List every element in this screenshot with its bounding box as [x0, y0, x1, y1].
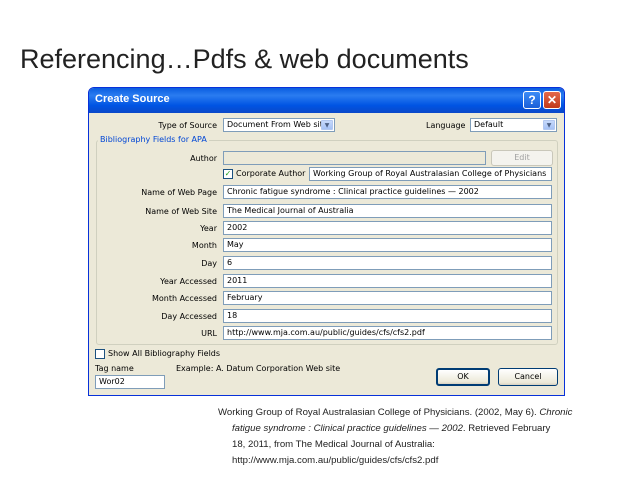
url-field[interactable]: http://www.mja.com.au/public/guides/cfs/…	[223, 326, 552, 340]
type-of-source-select[interactable]: Document From Web site ▼	[223, 118, 335, 132]
close-icon[interactable]: ✕	[543, 91, 561, 109]
reference-line1-italic: Chronic	[539, 407, 573, 418]
slide-title: Referencing…Pdfs & web documents	[20, 44, 469, 74]
field-label-year: Year	[200, 224, 217, 233]
apa-reference-text: Working Group of Royal Australasian Coll…	[218, 405, 638, 469]
create-source-dialog: Create Source ? ✕ Type of Source Documen…	[88, 87, 565, 396]
author-label: Author	[190, 154, 217, 163]
language-label: Language	[426, 121, 466, 130]
reference-line3: 18, 2011, from The Medical Journal of Au…	[232, 439, 435, 450]
web-site-field[interactable]: The Medical Journal of Australia	[223, 204, 552, 218]
year-field[interactable]: 2002	[223, 221, 552, 235]
language-select[interactable]: Default ▼	[470, 118, 557, 132]
year-accessed-field[interactable]: 2011	[223, 274, 552, 288]
field-label-url: URL	[201, 329, 217, 338]
ok-button[interactable]: OK	[436, 368, 490, 386]
bibliography-fields-legend: Bibliography Fields for APA	[98, 135, 209, 144]
corporate-author-field[interactable]: Working Group of Royal Australasian Coll…	[309, 167, 552, 181]
corporate-author-checkbox[interactable]: ✓	[223, 169, 233, 179]
reference-line4: http://www.mja.com.au/public/guides/cfs/…	[232, 455, 439, 466]
day-field[interactable]: 6	[223, 256, 552, 270]
tag-name-label: Tag name	[95, 364, 134, 373]
type-of-source-value: Document From Web site	[227, 120, 328, 129]
chevron-down-icon[interactable]: ▼	[543, 120, 555, 130]
edit-button[interactable]: Edit	[491, 150, 553, 166]
help-icon[interactable]: ?	[523, 91, 541, 109]
language-value: Default	[474, 120, 504, 129]
cancel-button[interactable]: Cancel	[498, 368, 558, 386]
reference-line2-plain: . Retrieved February	[462, 423, 551, 434]
field-label-web-page: Name of Web Page	[141, 188, 217, 197]
field-label-web-site: Name of Web Site	[145, 207, 217, 216]
author-field[interactable]	[223, 151, 486, 165]
chevron-down-icon[interactable]: ▼	[321, 120, 333, 130]
dialog-titlebar[interactable]: Create Source ? ✕	[89, 88, 564, 113]
dialog-title: Create Source	[95, 93, 170, 105]
show-all-fields-checkbox[interactable]	[95, 349, 105, 359]
corporate-author-label: Corporate Author	[236, 169, 306, 178]
tag-name-field[interactable]: Wor02	[95, 375, 165, 389]
field-label-day-accessed: Day Accessed	[161, 312, 217, 321]
show-all-fields-label: Show All Bibliography Fields	[108, 349, 221, 358]
reference-line1-plain: Working Group of Royal Australasian Coll…	[218, 407, 540, 418]
month-field[interactable]: May	[223, 238, 552, 252]
reference-line2-italic: fatigue syndrome : Clinical practice gui…	[232, 423, 463, 434]
field-label-day: Day	[201, 259, 217, 268]
reference-line2: fatigue syndrome : Clinical practice gui…	[218, 421, 638, 437]
field-label-month-accessed: Month Accessed	[151, 294, 217, 303]
field-label-month: Month	[191, 241, 217, 250]
day-accessed-field[interactable]: 18	[223, 309, 552, 323]
web-page-field[interactable]: Chronic fatigue syndrome : Clinical prac…	[223, 185, 552, 199]
type-of-source-label: Type of Source	[158, 121, 217, 130]
field-label-year-accessed: Year Accessed	[160, 277, 217, 286]
month-accessed-field[interactable]: February	[223, 291, 552, 305]
example-text: Example: A. Datum Corporation Web site	[176, 364, 341, 373]
